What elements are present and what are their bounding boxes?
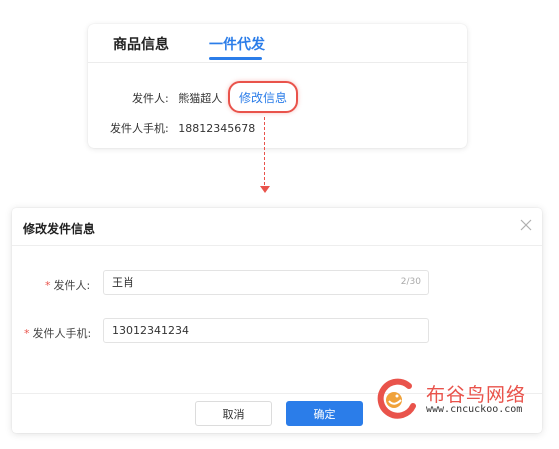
sender-label: 发件人: xyxy=(132,92,169,105)
sender-phone-value: 18812345678 xyxy=(178,122,256,135)
close-icon[interactable] xyxy=(519,218,533,232)
sender-phone-label: 发件人手机: xyxy=(110,122,169,135)
watermark-url: www.cncuckoo.com xyxy=(426,404,523,415)
sender-name-input[interactable]: 王肖 2/30 xyxy=(103,270,429,295)
watermark-brand-name: 布谷鸟网络 xyxy=(426,384,527,406)
product-card: 商品信息 一件代发 发件人: 熊猫超人 发件人手机: 18812345678 修… xyxy=(88,24,467,148)
sender-name-label: * 发件人: xyxy=(45,279,91,292)
cancel-button[interactable]: 取消 xyxy=(195,401,272,426)
char-counter: 2/30 xyxy=(400,277,421,287)
dialog-title: 修改发件信息 xyxy=(23,222,96,236)
sender-name-value: 王肖 xyxy=(112,276,134,289)
sender-phone-input[interactable]: 13012341234 xyxy=(103,318,429,343)
sender-value: 熊猫超人 xyxy=(178,92,223,105)
connector-dashed-line xyxy=(264,117,265,185)
sender-phone-row: 发件人手机: 18812345678 xyxy=(110,120,255,136)
sender-row: 发件人: 熊猫超人 xyxy=(132,90,222,106)
required-mark: * xyxy=(24,327,30,340)
tab-bar: 商品信息 一件代发 xyxy=(88,24,467,63)
tab-product-info[interactable]: 商品信息 xyxy=(113,34,169,54)
tab-dropship[interactable]: 一件代发 xyxy=(209,34,265,54)
arrow-down-icon xyxy=(260,186,270,193)
dialog-header-divider xyxy=(12,245,542,246)
active-tab-indicator xyxy=(209,57,262,60)
cuckoo-logo-icon xyxy=(377,378,416,419)
sender-phone-input-value: 13012341234 xyxy=(112,324,189,337)
confirm-button[interactable]: 确定 xyxy=(286,401,363,426)
edit-info-button[interactable]: 修改信息 xyxy=(228,81,298,113)
required-mark: * xyxy=(45,279,51,292)
sender-phone-field-label: * 发件人手机: xyxy=(24,327,92,340)
